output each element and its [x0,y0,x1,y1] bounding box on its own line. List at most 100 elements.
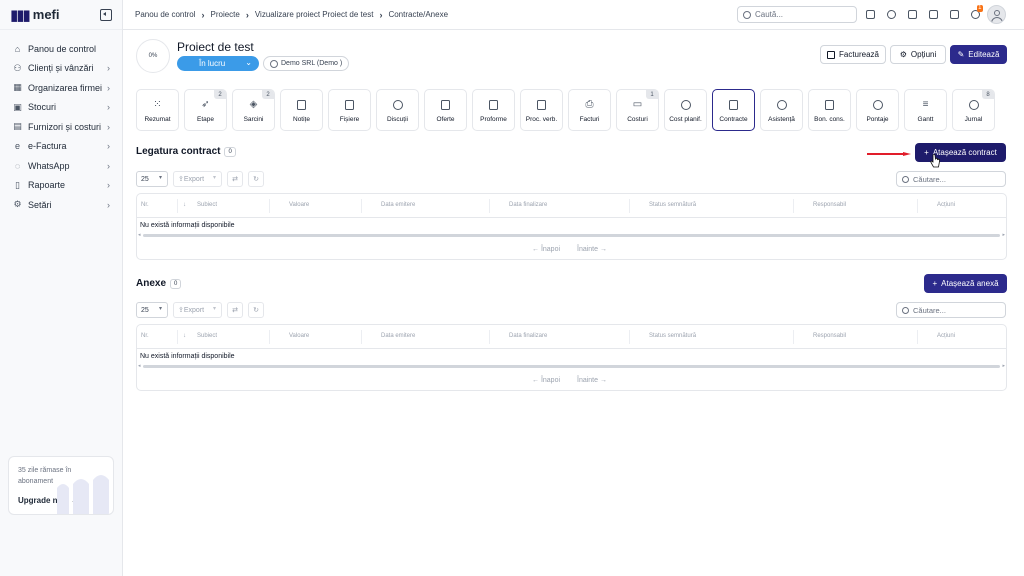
tab-facturi[interactable]: ⎙ Facturi [568,89,611,131]
sidebar-item-rapoarte[interactable]: ▯ Rapoarte › [0,176,122,196]
column-divider [269,330,270,344]
column-header[interactable]: Acțiuni [937,333,955,339]
refresh-icon[interactable]: ⇄ [227,171,243,187]
sidebar-item-label: WhatsApp [28,160,70,171]
tab-sarcini[interactable]: ◈ Sarcini 2 [232,89,275,131]
column-header[interactable]: Data finalizare [509,333,547,339]
annexes-search-input[interactable]: Căutare... [896,302,1006,318]
invoice-button[interactable]: Facturează [820,45,886,64]
contracts-search-input[interactable]: Căutare... [896,171,1006,187]
tab-proc-verb-[interactable]: Proc. verb. [520,89,563,131]
options-button[interactable]: ⚙ Opțiuni [890,45,946,64]
sidebar-item-set-ri[interactable]: ⚙ Setări › [0,195,122,215]
sidebar-item-organizarea-firmei[interactable]: ▦ Organizarea firmei › [0,78,122,98]
clipboard-icon: ▯ [15,179,20,190]
tab-etape[interactable]: ➶ Etape 2 [184,89,227,131]
column-header[interactable]: Valoare [289,333,309,339]
column-header[interactable]: Subiect [197,333,217,339]
sort-arrow-icon[interactable]: ↓ [183,333,186,339]
previous-page-button[interactable]: ← Înapoi [532,246,560,253]
sidebar-item-label: Panou de control [28,43,97,54]
status-dropdown[interactable]: În lucru ⌄ [177,56,259,71]
tab-discu-ii[interactable]: Discuții [376,89,419,131]
tab-cost-planif-[interactable]: Cost planif. [664,89,707,131]
sidebar-item-whatsapp[interactable]: ◌ WhatsApp › [0,156,122,176]
tab-costuri[interactable]: ▭ Costuri 1 [616,89,659,131]
column-header[interactable]: Status semnătură [649,333,696,339]
column-header[interactable]: Status semnătură [649,202,696,208]
previous-page-button[interactable]: ← Înapoi [532,377,560,384]
column-header[interactable]: Nr. [141,333,149,339]
calendar-icon[interactable] [905,7,919,21]
tab-fi-iere[interactable]: Fișiere [328,89,371,131]
scroll-left-icon[interactable]: ◂ [138,232,141,238]
sidebar-item-label: Rapoarte [28,180,66,191]
client-link[interactable]: Demo SRL (Demo ) [263,56,350,71]
refresh-icon[interactable]: ⇄ [227,302,243,318]
column-header[interactable]: Subiect [197,202,217,208]
export-dropdown[interactable]: ⇪ Export [173,302,222,318]
tab-contracte[interactable]: Contracte [712,89,755,131]
export-dropdown[interactable]: ⇪ Export [173,171,222,187]
column-divider [629,330,630,344]
logo[interactable]: ▮▮▮ mefi [10,6,60,24]
scroll-left-icon[interactable]: ◂ [138,363,141,369]
tab-oferte[interactable]: Oferte [424,89,467,131]
scroll-right-icon[interactable]: ▸ [1002,232,1005,238]
column-divider [361,330,362,344]
column-header[interactable]: Nr. [141,202,149,208]
gear-icon: ⚙ [13,199,22,210]
tab-asisten-[interactable]: Asistență [760,89,803,131]
user-avatar[interactable] [987,5,1006,24]
sidebar-item-furnizori-i-costuri[interactable]: ▤ Furnizori și costuri › [0,117,122,137]
column-header[interactable]: Responsabil [813,202,846,208]
tab-gantt[interactable]: ≡ Gantt [904,89,947,131]
box-icon: ▣ [13,101,22,112]
column-header[interactable]: Acțiuni [937,202,955,208]
breadcrumb-item-projects[interactable]: Proiecte [211,10,240,19]
column-header[interactable]: Data finalizare [509,202,547,208]
breadcrumb-item-project-view[interactable]: Vizualizare proiect Proiect de test [255,10,374,19]
logo-text: mefi [32,7,60,22]
messages-icon[interactable] [947,7,961,21]
tab-rezumat[interactable]: ⁙ Rezumat [136,89,179,131]
tab-pontaje[interactable]: Pontaje [856,89,899,131]
global-search-input[interactable]: Caută... [737,6,857,23]
add-icon[interactable] [863,7,877,21]
sidebar-item-panou-de-control[interactable]: ⌂ Panou de control [0,39,122,59]
page-size-select[interactable]: 25 [136,171,168,187]
annexes-search-placeholder: Căutare... [913,305,946,315]
logo-mark-icon: ▮▮▮ [10,6,31,24]
next-page-button[interactable]: Înainte → [577,377,607,384]
column-header[interactable]: Responsabil [813,333,846,339]
tab-proforme[interactable]: Proforme [472,89,515,131]
reload-icon[interactable]: ↻ [248,171,264,187]
column-header[interactable]: Data emitere [381,202,415,208]
tab-bon-cons-[interactable]: Bon. cons. [808,89,851,131]
attach-contract-button[interactable]: + Atașează contract [915,143,1006,162]
page-size-select[interactable]: 25 [136,302,168,318]
attach-annex-button[interactable]: + Atașează anexă [924,274,1007,293]
column-divider [793,199,794,213]
timer-icon[interactable] [884,7,898,21]
breadcrumb-item-dashboard[interactable]: Panou de control [135,10,196,19]
chevron-right-icon: › [107,180,110,191]
tab-noti-e[interactable]: Notițe [280,89,323,131]
tasks-check-icon[interactable] [926,7,940,21]
column-header[interactable]: Data emitere [381,333,415,339]
next-page-button[interactable]: Înainte → [577,246,607,253]
sidebar-item-e-factura[interactable]: e e-Factura › [0,137,122,157]
sort-arrow-icon[interactable]: ↓ [183,202,186,208]
sidebar-item-clien-i-i-v-nz-ri[interactable]: ⚇ Clienți și vânzări › [0,59,122,79]
tab-label: Proc. verb. [525,116,558,123]
reload-icon[interactable]: ↻ [248,302,264,318]
collapse-sidebar-icon[interactable] [100,8,112,21]
sidebar-item-stocuri[interactable]: ▣ Stocuri › [0,98,122,118]
bell-icon[interactable]: 1 [968,5,983,21]
horizontal-scrollbar[interactable] [143,365,1000,368]
column-header[interactable]: Valoare [289,202,309,208]
horizontal-scrollbar[interactable] [143,234,1000,237]
edit-button[interactable]: ✎ Editează [950,45,1007,64]
scroll-right-icon[interactable]: ▸ [1002,363,1005,369]
tab-jurnal[interactable]: Jurnal 8 [952,89,995,131]
